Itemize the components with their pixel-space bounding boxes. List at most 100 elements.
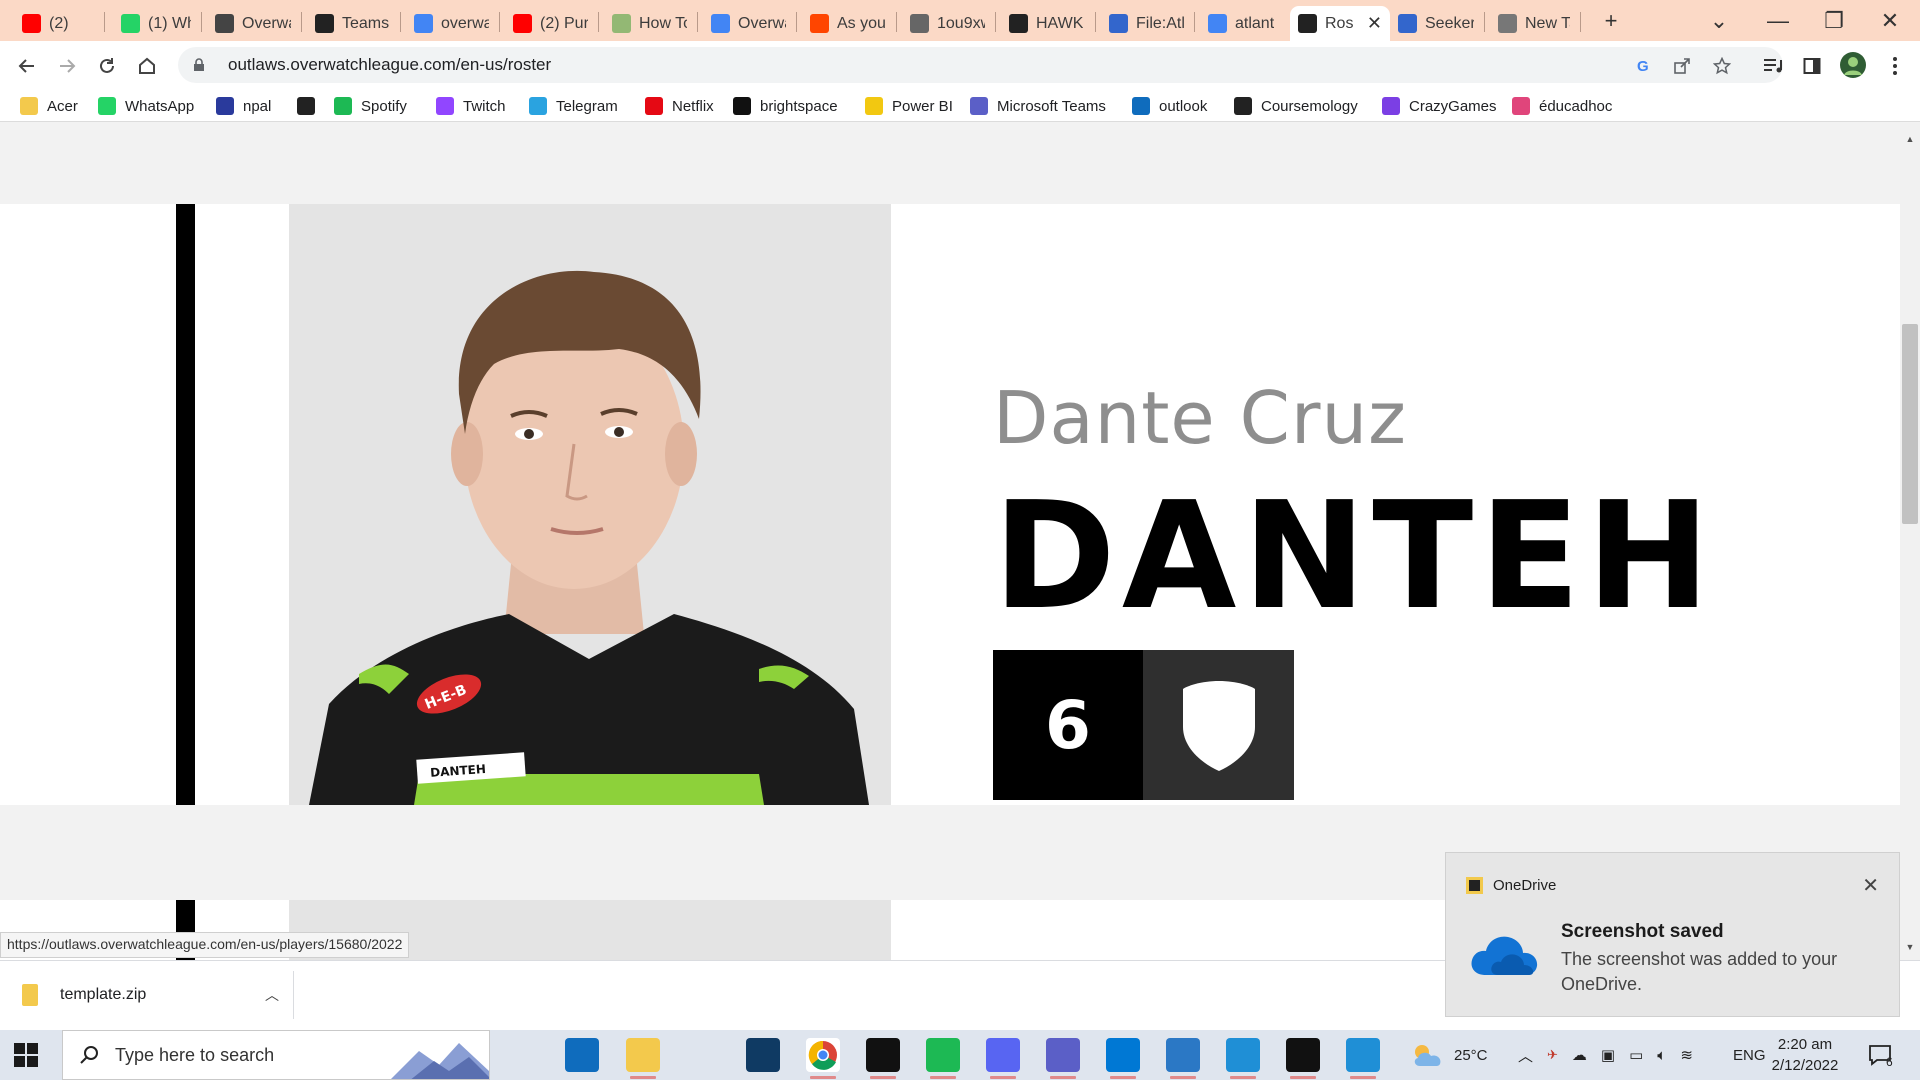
bookmark-item[interactable]: Spotify: [334, 94, 407, 118]
weather-widget[interactable]: 25°C: [1410, 1030, 1488, 1080]
close-window-button[interactable]: ✕: [1875, 6, 1905, 36]
bookmark-item[interactable]: Microsoft Teams: [970, 94, 1106, 118]
browser-tab[interactable]: Teams: [307, 6, 398, 41]
bookmark-item[interactable]: Telegram: [529, 94, 618, 118]
browser-tab[interactable]: How To: [604, 6, 695, 41]
bookmark-item[interactable]: éducadhoc: [1512, 94, 1612, 118]
reddit-icon: [810, 14, 829, 33]
player-handle[interactable]: DANTEH: [993, 482, 1716, 630]
bluetooth-icon[interactable]: ✈: [1547, 1047, 1558, 1063]
page-scrollbar[interactable]: [1900, 123, 1920, 960]
scroll-up-icon[interactable]: ▲: [1902, 132, 1918, 146]
bookmark-item[interactable]: WhatsApp: [98, 94, 194, 118]
scroll-down-icon[interactable]: ▼: [1902, 940, 1918, 954]
bookmark-item[interactable]: Power BI: [865, 94, 953, 118]
teams-icon[interactable]: [1046, 1038, 1080, 1072]
browser-tab[interactable]: 1ou9xw: [902, 6, 993, 41]
home-button[interactable]: [130, 49, 164, 83]
onedrive-tray-icon[interactable]: ☁: [1572, 1046, 1587, 1064]
close-tab-icon[interactable]: ✕: [1367, 13, 1382, 34]
globe-icon: [297, 97, 315, 115]
dropbox-icon[interactable]: [686, 1038, 720, 1072]
bookmark-label: Telegram: [556, 97, 618, 115]
bookmark-item[interactable]: brightspace: [733, 94, 838, 118]
mail-icon[interactable]: [565, 1038, 599, 1072]
profile-avatar[interactable]: [1839, 51, 1867, 79]
player-card[interactable]: DANTEH H-E-B Dante Cruz DANTEH 6: [0, 204, 1900, 805]
download-item[interactable]: template.zip ︿: [22, 971, 294, 1019]
wikihow-icon: [612, 14, 631, 33]
tab-title: atlanta: [1235, 14, 1274, 32]
edge-icon[interactable]: [1226, 1038, 1260, 1072]
bookmark-item[interactable]: CrazyGames: [1382, 94, 1497, 118]
file-explorer-icon[interactable]: [626, 1038, 660, 1072]
volume-icon[interactable]: 🔈︎: [1657, 1047, 1666, 1064]
app-blue-icon[interactable]: [746, 1038, 780, 1072]
minimize-button[interactable]: —: [1763, 6, 1793, 36]
browser-tab[interactable]: Overwa: [207, 6, 299, 41]
browser-tab[interactable]: New Ta: [1490, 6, 1578, 41]
browser-tab[interactable]: atlanta: [1200, 6, 1282, 41]
browser-tab[interactable]: (2) Pure: [505, 6, 596, 41]
player-number: 6: [993, 650, 1143, 800]
new-tab-button[interactable]: +: [1596, 6, 1626, 36]
google-lens-icon[interactable]: G: [1632, 55, 1654, 77]
browser-tab[interactable]: (2): [14, 6, 102, 41]
address-bar[interactable]: outlaws.overwatchleague.com/en-us/roster: [178, 47, 1783, 83]
bookmark-item[interactable]: [297, 94, 324, 118]
reload-button[interactable]: [90, 49, 124, 83]
system-clock[interactable]: 2:20 am 2/12/2022: [1755, 1034, 1855, 1076]
bookmark-item[interactable]: Netflix: [645, 94, 714, 118]
lock-icon: [194, 58, 204, 71]
bookmark-item[interactable]: Acer: [20, 94, 78, 118]
bookmark-star-icon[interactable]: [1711, 55, 1733, 77]
back-button[interactable]: [10, 49, 44, 83]
vscode-icon[interactable]: [1106, 1038, 1140, 1072]
meet-now-icon[interactable]: ▣: [1601, 1046, 1615, 1064]
browser-tab[interactable]: File:Atl: [1101, 6, 1192, 41]
tab-title: overwa: [441, 14, 489, 32]
browser-tab[interactable]: Ros ✕: [1290, 6, 1390, 41]
menu-kebab-icon[interactable]: [1884, 55, 1906, 77]
scrollbar-thumb[interactable]: [1902, 324, 1918, 524]
battery-icon[interactable]: ▭: [1629, 1046, 1643, 1064]
close-icon[interactable]: ✕: [1862, 873, 1879, 898]
browser-tab[interactable]: HAWK: [1001, 6, 1093, 41]
edge-beta-icon[interactable]: [1346, 1038, 1380, 1072]
netflix-icon[interactable]: [866, 1038, 900, 1072]
onedrive-notification[interactable]: OneDrive ✕ Screenshot saved The screensh…: [1445, 852, 1900, 1017]
chevron-up-icon[interactable]: ︿: [265, 985, 279, 1005]
bookmark-label: npal: [243, 97, 272, 115]
cloudy-weather-icon: [1414, 1045, 1441, 1066]
bookmark-item[interactable]: Twitch: [436, 94, 506, 118]
bookmark-item[interactable]: npal: [216, 94, 271, 118]
browser-tab[interactable]: Overwa: [703, 6, 794, 41]
bookmark-item[interactable]: outlook: [1132, 94, 1207, 118]
browser-tab[interactable]: (1) Wha: [113, 6, 199, 41]
media-control-icon[interactable]: [1762, 55, 1784, 77]
photos-icon[interactable]: [1166, 1038, 1200, 1072]
taskbar-search-box[interactable]: Type here to search: [62, 1030, 490, 1080]
notification-center-button[interactable]: 6: [1868, 1030, 1893, 1080]
toast-app-header: OneDrive: [1466, 877, 1556, 894]
pycharm-icon[interactable]: [1286, 1038, 1320, 1072]
bookmark-label: Acer: [47, 97, 78, 115]
chrome-icon[interactable]: [806, 1038, 840, 1072]
wifi-icon[interactable]: ≋: [1680, 1046, 1693, 1064]
spotify-icon[interactable]: [926, 1038, 960, 1072]
start-button[interactable]: [14, 1043, 38, 1067]
browser-tab[interactable]: overwa: [406, 6, 497, 41]
restore-button[interactable]: ❐: [1819, 6, 1849, 36]
side-panel-icon[interactable]: [1801, 55, 1823, 77]
browser-tab[interactable]: Seeker: [1390, 6, 1482, 41]
forward-button[interactable]: [50, 49, 84, 83]
task-view-icon[interactable]: [503, 1038, 537, 1072]
tab-title: How To: [639, 14, 687, 32]
status-bar-url: https://outlaws.overwatchleague.com/en-u…: [0, 932, 410, 958]
browser-tab[interactable]: As you: [802, 6, 894, 41]
tab-search-chevron-icon[interactable]: ⌄: [1704, 6, 1734, 36]
discord-icon[interactable]: [986, 1038, 1020, 1072]
chevron-up-icon[interactable]: ︿: [1518, 1045, 1533, 1066]
share-icon[interactable]: [1671, 55, 1693, 77]
bookmark-item[interactable]: Coursemology: [1234, 94, 1358, 118]
